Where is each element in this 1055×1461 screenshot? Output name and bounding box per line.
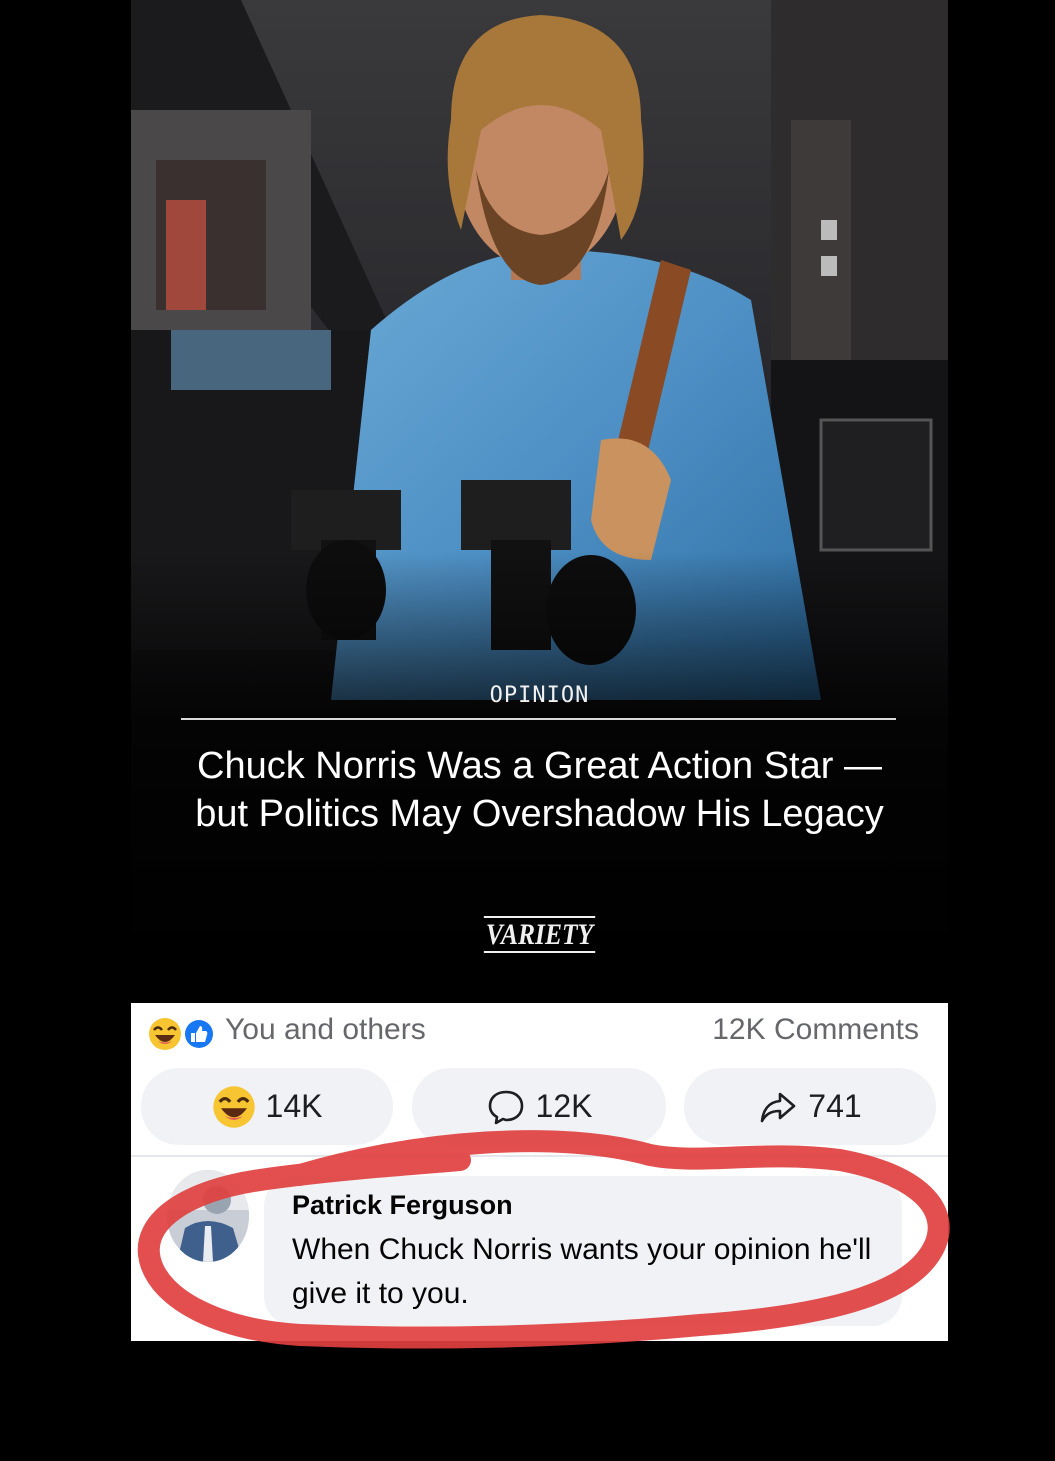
comment-button[interactable]: 12K [412, 1068, 666, 1145]
commenter-avatar[interactable] [167, 1170, 249, 1262]
article-divider [181, 718, 896, 720]
comment-author[interactable]: Patrick Ferguson [292, 1190, 513, 1221]
reactors-text[interactable]: You and others [225, 1013, 426, 1047]
article-photo [131, 0, 948, 1003]
share-count: 741 [808, 1088, 862, 1124]
like-icon [183, 1018, 215, 1050]
reaction-icons [148, 1017, 218, 1051]
reaction-count: 14K [265, 1088, 323, 1124]
article-card[interactable]: OPINION Chuck Norris Was a Great Action … [131, 0, 948, 1003]
haha-icon [212, 1085, 255, 1128]
haha-icon [149, 1018, 181, 1050]
panel-divider [131, 1155, 948, 1157]
share-arrow-icon [760, 1092, 796, 1122]
comment-count: 12K [535, 1088, 593, 1124]
article-headline[interactable]: Chuck Norris Was a Great Action Star — b… [191, 742, 888, 838]
article-label: OPINION [489, 683, 590, 708]
comment-bubble-icon [488, 1090, 523, 1124]
screenshot-frame: OPINION Chuck Norris Was a Great Action … [0, 0, 1055, 1461]
publisher-logo: VARIETY [192, 916, 886, 953]
reactions-summary[interactable]: You and others 12K Comments [131, 1003, 948, 1058]
react-button[interactable]: 14K [141, 1068, 393, 1145]
comment-text: When Chuck Norris wants your opinion he'… [292, 1233, 872, 1310]
comment-bubble[interactable]: Patrick Ferguson When Chuck Norris wants… [264, 1176, 902, 1326]
comments-count-link[interactable]: 12K Comments [712, 1013, 919, 1047]
publisher-name: VARIETY [484, 916, 595, 953]
post-engagement-panel: You and others 12K Comments 14K 12K 741 … [131, 1003, 948, 1341]
share-button[interactable]: 741 [684, 1068, 936, 1145]
